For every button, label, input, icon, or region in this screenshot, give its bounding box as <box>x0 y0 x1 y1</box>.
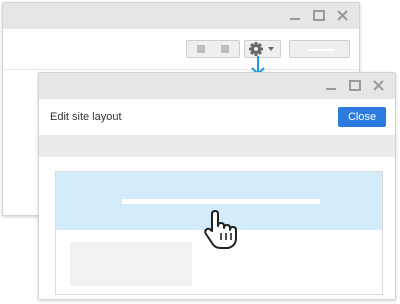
segment-button[interactable] <box>186 40 240 58</box>
minimize-icon[interactable] <box>322 73 340 99</box>
background-toolbar <box>3 29 359 70</box>
dialog-strip <box>39 135 395 157</box>
close-icon[interactable] <box>334 3 352 29</box>
segment-left-square <box>197 45 205 53</box>
section-placeholder-bar <box>122 199 320 204</box>
dialog-title: Edit site layout <box>50 111 122 123</box>
caret-down-icon <box>268 47 274 51</box>
blank-button[interactable] <box>289 40 350 58</box>
dialog-titlebar <box>39 73 395 99</box>
maximize-icon[interactable] <box>346 73 364 99</box>
segment-right-square <box>221 45 229 53</box>
dialog-header: Edit site layout Close <box>39 99 395 135</box>
hand-pointer-icon <box>204 210 237 249</box>
close-button[interactable]: Close <box>338 107 386 127</box>
blank-button-line <box>308 49 334 51</box>
edit-layout-window: Edit site layout Close <box>38 72 396 300</box>
maximize-icon[interactable] <box>310 3 328 29</box>
background-titlebar <box>3 3 359 29</box>
minimize-icon[interactable] <box>286 3 304 29</box>
content-block[interactable] <box>70 242 192 286</box>
close-icon[interactable] <box>370 73 388 99</box>
